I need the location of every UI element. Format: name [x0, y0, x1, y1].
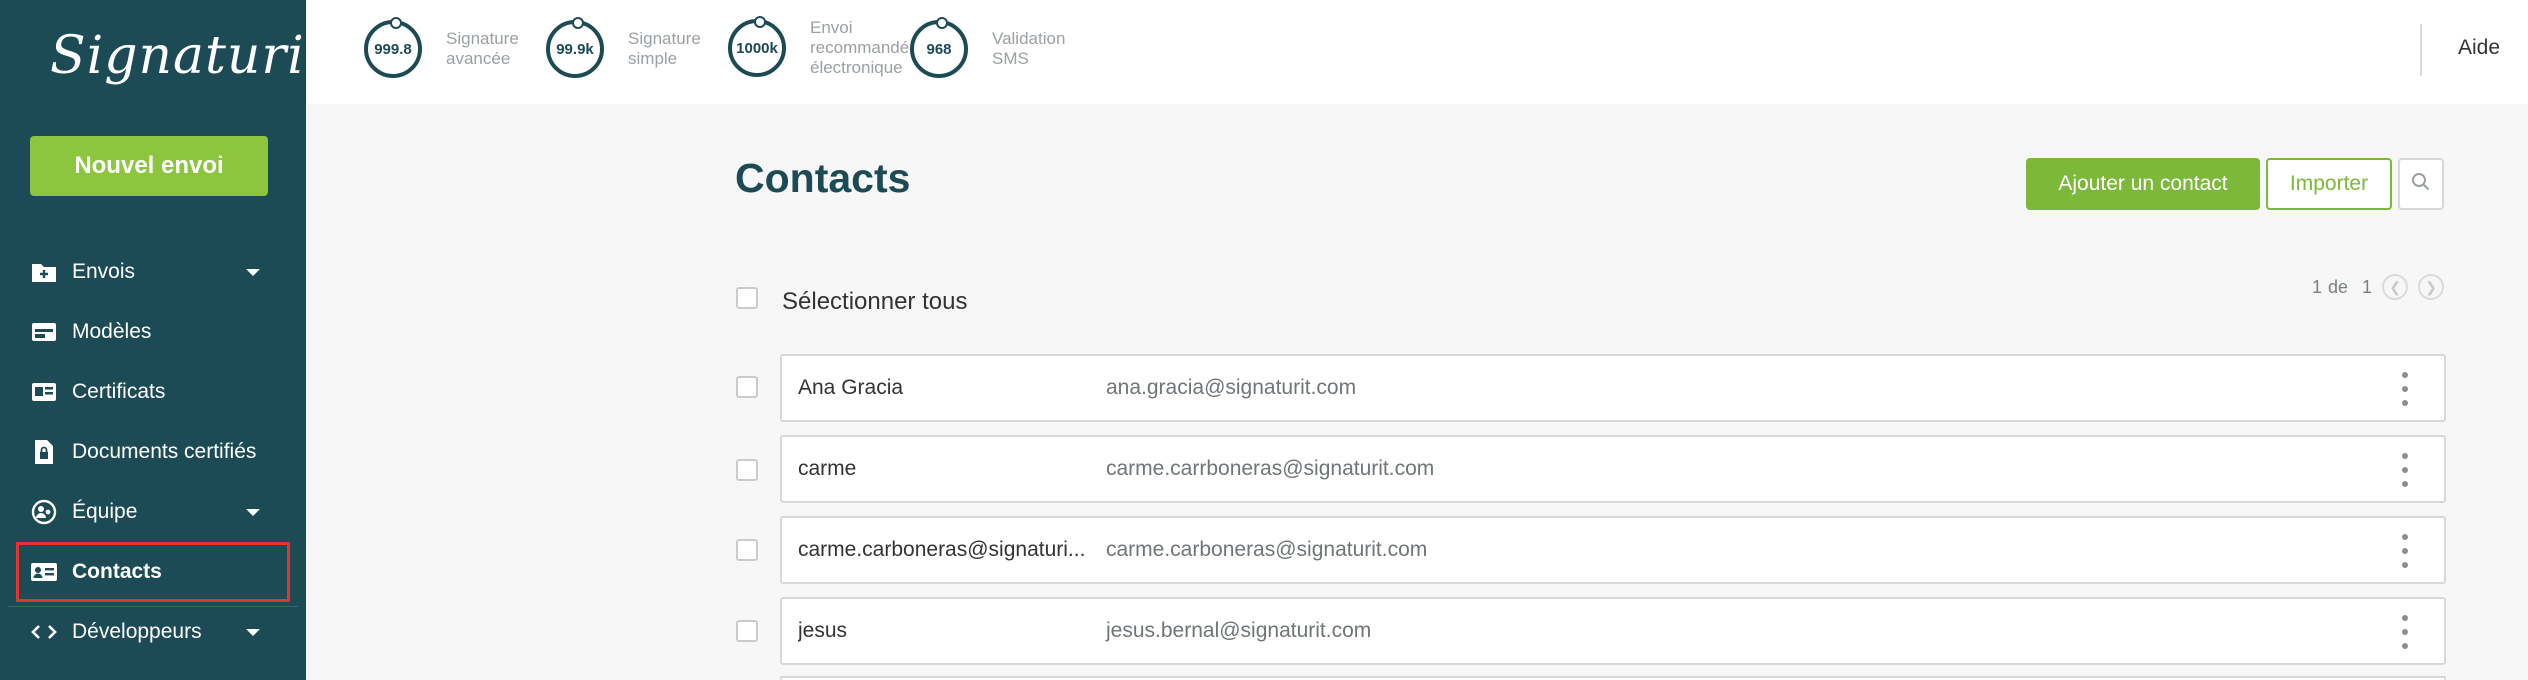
previous-page-button[interactable]: ❮ [2382, 274, 2409, 300]
team-icon [30, 498, 58, 526]
sidebar-item-contacts[interactable]: Contacts [16, 542, 290, 602]
contact-email: jesus.bernal@signaturit.com [1106, 619, 1372, 642]
counter-ring: 1000k [728, 16, 786, 77]
row-checkbox[interactable] [736, 620, 758, 642]
table-row[interactable]: carme.carboneras@signaturi... carme.carb… [780, 516, 2446, 584]
counter-ring: 968 [910, 17, 968, 78]
chevron-left-icon: ❮ [2389, 278, 2401, 295]
sidebar: Signaturit Nouvel envoi Envois Modèles C… [0, 0, 326, 680]
row-checkbox[interactable] [736, 459, 758, 481]
row-checkbox[interactable] [736, 376, 758, 398]
template-icon [30, 318, 58, 346]
import-button[interactable]: Importer [2266, 158, 2392, 210]
code-icon [30, 618, 58, 646]
contact-email: carme.carrboneras@signaturit.com [1106, 457, 1435, 480]
sidebar-item-documents-certifies[interactable]: Documents certifiés [0, 422, 306, 482]
folder-plus-icon [30, 258, 58, 286]
more-vertical-icon[interactable] [2400, 453, 2410, 487]
select-all-checkbox[interactable] [736, 287, 758, 309]
more-vertical-icon[interactable] [2400, 534, 2410, 568]
counter-simple-signature[interactable]: 99.9k Signature simple [546, 17, 738, 78]
table-row[interactable]: carme carme.carrboneras@signaturit.com [780, 435, 2446, 503]
more-vertical-icon[interactable] [2400, 615, 2410, 649]
counter-registered-email[interactable]: 1000k Envoi recommandé électronique [728, 16, 910, 78]
help-link[interactable]: Aide [2458, 36, 2500, 60]
counter-sms-validation[interactable]: 968 Validation SMS [910, 17, 1102, 78]
row-checkbox[interactable] [736, 539, 758, 561]
locked-document-icon [30, 438, 58, 466]
certificate-icon [30, 378, 58, 406]
sidebar-item-label: Modèles [72, 320, 152, 343]
contact-email: carme.carboneras@signaturit.com [1106, 538, 1428, 561]
sidebar-item-certificats[interactable]: Certificats [0, 362, 306, 422]
counter-ring: 99.9k [546, 17, 604, 78]
sidebar-item-developpeurs[interactable]: Développeurs [0, 602, 306, 662]
next-page-button[interactable]: ❯ [2418, 274, 2445, 300]
sidebar-item-label: Contacts [72, 560, 162, 583]
search-button[interactable] [2398, 158, 2444, 210]
new-send-button[interactable]: Nouvel envoi [30, 136, 268, 196]
page-of-label: de [2328, 276, 2349, 297]
page-title: Contacts [735, 155, 911, 201]
sidebar-item-label: Développeurs [72, 620, 202, 643]
counter-label: Signature simple [628, 29, 701, 68]
page-current: 1 [2312, 276, 2323, 297]
signaturit-logo[interactable]: Signaturit [50, 18, 326, 94]
contact-email: ana.gracia@signaturit.com [1106, 376, 1357, 399]
counter-label: Envoi recommandé électronique [810, 18, 910, 77]
sidebar-item-label: Documents certifiés [72, 440, 257, 463]
select-all-label: Sélectionner tous [782, 288, 968, 315]
table-row[interactable]: jesus jesus.bernal@signaturit.com [780, 597, 2446, 665]
sidebar-item-label: Équipe [72, 500, 138, 523]
table-row-partial [780, 676, 2446, 680]
search-icon [2411, 172, 2431, 197]
contact-name: Ana Gracia [798, 376, 904, 399]
table-row[interactable]: Ana Gracia ana.gracia@signaturit.com [780, 354, 2446, 422]
sidebar-divider [8, 606, 298, 607]
add-contact-button[interactable]: Ajouter un contact [2026, 158, 2260, 210]
sidebar-item-equipe[interactable]: Équipe [0, 482, 306, 542]
contact-name: carme.carboneras@signaturi... [798, 538, 1086, 561]
chevron-down-icon [246, 269, 260, 276]
counter-advanced-signature[interactable]: 999.8 Signature avancée [364, 17, 556, 78]
sidebar-item-label: Certificats [72, 380, 166, 403]
contact-name: jesus [798, 619, 848, 642]
chevron-down-icon [246, 629, 260, 636]
topbar-divider [2420, 24, 2422, 76]
counter-ring: 999.8 [364, 17, 422, 78]
sidebar-item-envois[interactable]: Envois [0, 242, 306, 302]
contact-name: carme [798, 457, 857, 480]
sidebar-nav: Envois Modèles Certificats Documents cer… [0, 242, 306, 662]
chevron-down-icon [246, 509, 260, 516]
page-total: 1 [2362, 276, 2373, 297]
pagination: 1 de 1 ❮ ❯ [2312, 274, 2445, 300]
chevron-right-icon: ❯ [2425, 278, 2437, 295]
counter-label: Signature avancée [446, 29, 519, 68]
sidebar-item-label: Envois [72, 260, 136, 283]
contact-card-icon [30, 558, 58, 586]
sidebar-item-modeles[interactable]: Modèles [0, 302, 306, 362]
more-vertical-icon[interactable] [2400, 372, 2410, 406]
counter-label: Validation SMS [992, 29, 1066, 68]
top-bar: 999.8 Signature avancée 99.9k Signature … [306, 0, 2528, 104]
